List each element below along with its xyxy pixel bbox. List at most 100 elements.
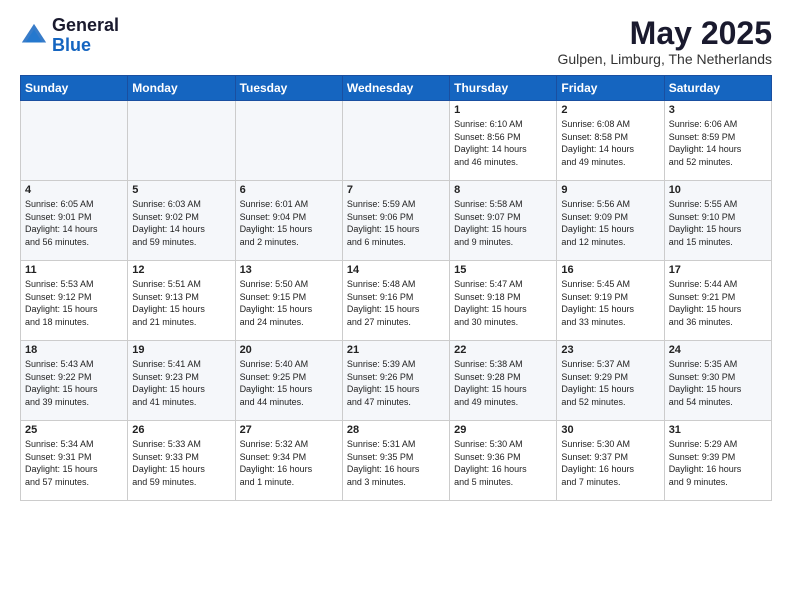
day-info: Sunrise: 5:35 AMSunset: 9:30 PMDaylight:…: [669, 358, 767, 408]
logo-blue: Blue: [52, 35, 91, 55]
day-info: Sunrise: 5:44 AMSunset: 9:21 PMDaylight:…: [669, 278, 767, 328]
day-header-saturday: Saturday: [664, 76, 771, 101]
calendar-cell: 31 Sunrise: 5:29 AMSunset: 9:39 PMDayligh…: [664, 421, 771, 501]
day-number: 21: [347, 344, 445, 356]
day-info: Sunrise: 5:59 AMSunset: 9:06 PMDaylight:…: [347, 198, 445, 248]
day-number: 28: [347, 424, 445, 436]
day-info: Sunrise: 5:38 AMSunset: 9:28 PMDaylight:…: [454, 358, 552, 408]
calendar-cell: 9 Sunrise: 5:56 AMSunset: 9:09 PMDaylight…: [557, 181, 664, 261]
day-number: 24: [669, 344, 767, 356]
day-info: Sunrise: 5:29 AMSunset: 9:39 PMDaylight:…: [669, 438, 767, 488]
day-number: 7: [347, 184, 445, 196]
day-info: Sunrise: 5:33 AMSunset: 9:33 PMDaylight:…: [132, 438, 230, 488]
day-number: 25: [25, 424, 123, 436]
day-number: 13: [240, 264, 338, 276]
day-info: Sunrise: 5:53 AMSunset: 9:12 PMDaylight:…: [25, 278, 123, 328]
day-info: Sunrise: 5:30 AMSunset: 9:36 PMDaylight:…: [454, 438, 552, 488]
day-header-sunday: Sunday: [21, 76, 128, 101]
month-title: May 2025: [557, 16, 772, 51]
day-number: 26: [132, 424, 230, 436]
day-info: Sunrise: 5:39 AMSunset: 9:26 PMDaylight:…: [347, 358, 445, 408]
day-header-wednesday: Wednesday: [342, 76, 449, 101]
calendar-header-row: SundayMondayTuesdayWednesdayThursdayFrid…: [21, 76, 772, 101]
day-info: Sunrise: 5:32 AMSunset: 9:34 PMDaylight:…: [240, 438, 338, 488]
calendar-cell: 10Sunrise: 5:55 AMSunset: 9:10 PMDayligh…: [664, 181, 771, 261]
day-number: 12: [132, 264, 230, 276]
calendar-cell: 27 Sunrise: 5:32 AMSunset: 9:34 PMDayligh…: [235, 421, 342, 501]
logo-general: General: [52, 15, 119, 35]
calendar-week-1: 1Sunrise: 6:10 AMSunset: 8:56 PMDaylight…: [21, 101, 772, 181]
day-info: Sunrise: 5:43 AMSunset: 9:22 PMDaylight:…: [25, 358, 123, 408]
day-info: Sunrise: 5:45 AMSunset: 9:19 PMDaylight:…: [561, 278, 659, 328]
day-info: Sunrise: 6:03 AMSunset: 9:02 PMDaylight:…: [132, 198, 230, 248]
calendar-cell: 16 Sunrise: 5:45 AMSunset: 9:19 PMDayligh…: [557, 261, 664, 341]
calendar-cell: [342, 101, 449, 181]
calendar-cell: 19 Sunrise: 5:41 AMSunset: 9:23 PMDayligh…: [128, 341, 235, 421]
day-number: 29: [454, 424, 552, 436]
day-header-tuesday: Tuesday: [235, 76, 342, 101]
day-info: Sunrise: 5:30 AMSunset: 9:37 PMDaylight:…: [561, 438, 659, 488]
calendar-cell: 29 Sunrise: 5:30 AMSunset: 9:36 PMDayligh…: [450, 421, 557, 501]
day-number: 27: [240, 424, 338, 436]
calendar-cell: 1Sunrise: 6:10 AMSunset: 8:56 PMDaylight…: [450, 101, 557, 181]
calendar-cell: 14Sunrise: 5:48 AMSunset: 9:16 PMDayligh…: [342, 261, 449, 341]
day-number: 19: [132, 344, 230, 356]
day-number: 5: [132, 184, 230, 196]
logo-icon: [20, 22, 48, 50]
day-number: 23: [561, 344, 659, 356]
day-number: 6: [240, 184, 338, 196]
day-number: 4: [25, 184, 123, 196]
day-number: 8: [454, 184, 552, 196]
location: Gulpen, Limburg, The Netherlands: [557, 51, 772, 67]
day-info: Sunrise: 5:47 AMSunset: 9:18 PMDaylight:…: [454, 278, 552, 328]
day-number: 30: [561, 424, 659, 436]
calendar-cell: 4 Sunrise: 6:05 AMSunset: 9:01 PMDaylight…: [21, 181, 128, 261]
calendar-cell: 12 Sunrise: 5:51 AMSunset: 9:13 PMDayligh…: [128, 261, 235, 341]
day-info: Sunrise: 5:48 AMSunset: 9:16 PMDaylight:…: [347, 278, 445, 328]
day-number: 9: [561, 184, 659, 196]
calendar-cell: [128, 101, 235, 181]
calendar-cell: 30 Sunrise: 5:30 AMSunset: 9:37 PMDayligh…: [557, 421, 664, 501]
logo-text: General Blue: [52, 16, 119, 56]
calendar-week-2: 4 Sunrise: 6:05 AMSunset: 9:01 PMDaylight…: [21, 181, 772, 261]
day-info: Sunrise: 5:41 AMSunset: 9:23 PMDaylight:…: [132, 358, 230, 408]
calendar-cell: 21 Sunrise: 5:39 AMSunset: 9:26 PMDayligh…: [342, 341, 449, 421]
day-info: Sunrise: 5:58 AMSunset: 9:07 PMDaylight:…: [454, 198, 552, 248]
day-number: 18: [25, 344, 123, 356]
calendar-cell: 5 Sunrise: 6:03 AMSunset: 9:02 PMDaylight…: [128, 181, 235, 261]
page: General Blue May 2025 Gulpen, Limburg, T…: [0, 0, 792, 517]
day-info: Sunrise: 5:34 AMSunset: 9:31 PMDaylight:…: [25, 438, 123, 488]
day-info: Sunrise: 5:56 AMSunset: 9:09 PMDaylight:…: [561, 198, 659, 248]
day-number: 16: [561, 264, 659, 276]
calendar-cell: 20Sunrise: 5:40 AMSunset: 9:25 PMDayligh…: [235, 341, 342, 421]
day-info: Sunrise: 5:40 AMSunset: 9:25 PMDaylight:…: [240, 358, 338, 408]
calendar-cell: 11 Sunrise: 5:53 AMSunset: 9:12 PMDayligh…: [21, 261, 128, 341]
calendar-cell: [21, 101, 128, 181]
calendar-cell: 13 Sunrise: 5:50 AMSunset: 9:15 PMDayligh…: [235, 261, 342, 341]
calendar-week-3: 11 Sunrise: 5:53 AMSunset: 9:12 PMDayligh…: [21, 261, 772, 341]
calendar-cell: 2Sunrise: 6:08 AMSunset: 8:58 PMDaylight…: [557, 101, 664, 181]
calendar-week-5: 25 Sunrise: 5:34 AMSunset: 9:31 PMDayligh…: [21, 421, 772, 501]
day-header-thursday: Thursday: [450, 76, 557, 101]
calendar-cell: 24 Sunrise: 5:35 AMSunset: 9:30 PMDayligh…: [664, 341, 771, 421]
day-info: Sunrise: 5:51 AMSunset: 9:13 PMDaylight:…: [132, 278, 230, 328]
day-number: 22: [454, 344, 552, 356]
day-header-friday: Friday: [557, 76, 664, 101]
calendar: SundayMondayTuesdayWednesdayThursdayFrid…: [20, 75, 772, 501]
day-info: Sunrise: 5:50 AMSunset: 9:15 PMDaylight:…: [240, 278, 338, 328]
calendar-cell: 28Sunrise: 5:31 AMSunset: 9:35 PMDayligh…: [342, 421, 449, 501]
calendar-cell: 18 Sunrise: 5:43 AMSunset: 9:22 PMDayligh…: [21, 341, 128, 421]
calendar-week-4: 18 Sunrise: 5:43 AMSunset: 9:22 PMDayligh…: [21, 341, 772, 421]
day-info: Sunrise: 6:01 AMSunset: 9:04 PMDaylight:…: [240, 198, 338, 248]
day-header-monday: Monday: [128, 76, 235, 101]
day-info: Sunrise: 5:37 AMSunset: 9:29 PMDaylight:…: [561, 358, 659, 408]
calendar-cell: 25 Sunrise: 5:34 AMSunset: 9:31 PMDayligh…: [21, 421, 128, 501]
day-info: Sunrise: 6:05 AMSunset: 9:01 PMDaylight:…: [25, 198, 123, 248]
day-number: 11: [25, 264, 123, 276]
day-number: 15: [454, 264, 552, 276]
day-number: 1: [454, 104, 552, 116]
logo: General Blue: [20, 16, 119, 56]
day-number: 31: [669, 424, 767, 436]
calendar-cell: 15 Sunrise: 5:47 AMSunset: 9:18 PMDayligh…: [450, 261, 557, 341]
calendar-cell: 8 Sunrise: 5:58 AMSunset: 9:07 PMDaylight…: [450, 181, 557, 261]
